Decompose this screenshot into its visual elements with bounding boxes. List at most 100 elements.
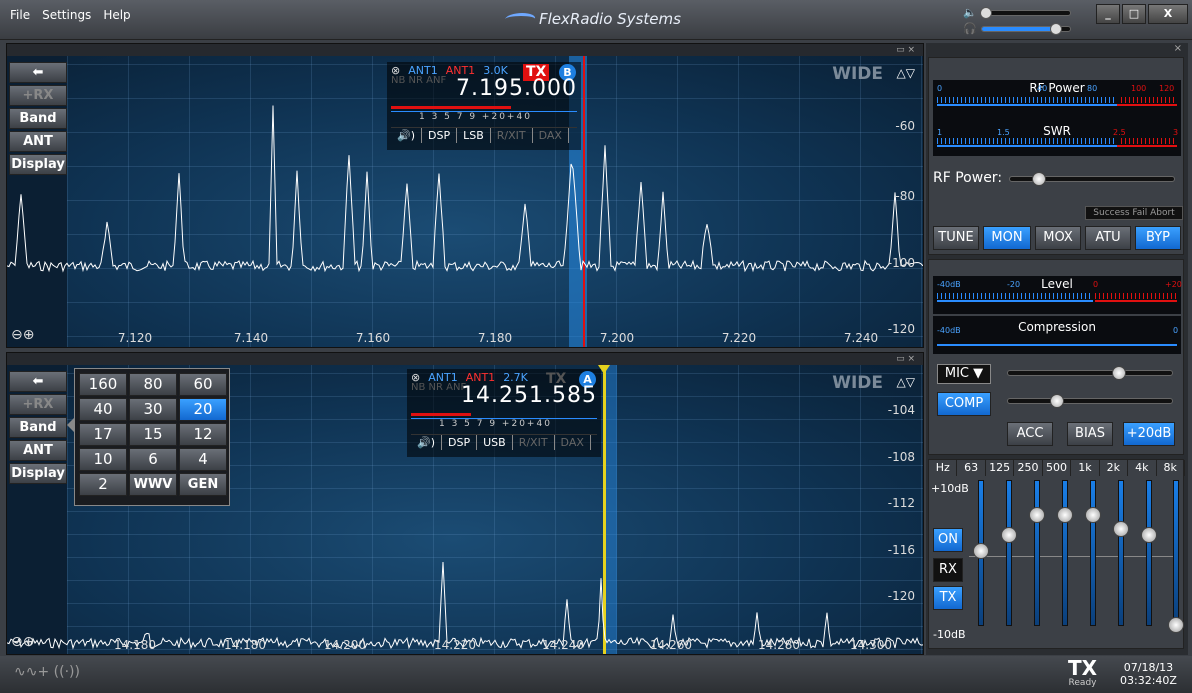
band-160[interactable]: 160 — [79, 373, 127, 396]
slider-knob[interactable] — [973, 543, 989, 559]
band-button[interactable]: Band — [9, 108, 67, 129]
eq-slider-8k[interactable] — [1168, 480, 1184, 633]
slider-knob[interactable] — [1168, 617, 1184, 633]
panadapter-top[interactable]: ▭ × ⬅ +RX Band ANT Display WIDE △▽ -60 -… — [6, 43, 924, 348]
rf-power-slider[interactable] — [1009, 172, 1175, 186]
band-30[interactable]: 30 — [129, 398, 177, 421]
band-20[interactable]: 20 — [179, 398, 227, 421]
menu-help[interactable]: Help — [103, 8, 130, 22]
atu-button[interactable]: ATU — [1085, 226, 1131, 250]
slider-knob[interactable] — [1029, 507, 1045, 523]
eq-tx-button[interactable]: TX — [933, 586, 963, 610]
dax-button[interactable]: DAX — [533, 128, 569, 143]
wide-label[interactable]: WIDE — [832, 373, 883, 393]
rxit-button[interactable]: R/XIT — [513, 435, 555, 450]
eq-slider-63[interactable] — [973, 480, 989, 626]
slider-knob[interactable] — [1112, 366, 1126, 380]
collapse-button[interactable]: ⬅ — [9, 62, 67, 83]
mon-button[interactable]: MON — [983, 226, 1031, 250]
bias-button[interactable]: BIAS — [1067, 422, 1113, 446]
comp-level-slider[interactable] — [1007, 394, 1173, 408]
swoosh-icon — [502, 13, 538, 25]
meter-num: 2.5 — [1113, 128, 1126, 137]
plus20db-button[interactable]: +20dB — [1123, 422, 1175, 446]
eq-top-label: +10dB — [931, 482, 969, 495]
step-arrows[interactable]: △▽ — [897, 375, 915, 389]
display-button[interactable]: Display — [9, 154, 67, 175]
band-2[interactable]: 2 — [79, 473, 127, 496]
band-60[interactable]: 60 — [179, 373, 227, 396]
display-button[interactable]: Display — [9, 463, 67, 484]
slider-knob[interactable] — [1049, 22, 1062, 35]
minimize-button[interactable]: _ — [1096, 4, 1120, 24]
audio-button[interactable]: 🔊) — [411, 435, 442, 450]
audio-button[interactable]: 🔊) — [391, 128, 422, 143]
master-volume-slider[interactable] — [979, 6, 1071, 19]
slider-knob[interactable] — [1032, 172, 1046, 186]
tune-button[interactable]: TUNE — [933, 226, 979, 250]
slice-frequency[interactable]: 7.195.000 — [456, 76, 577, 101]
dax-button[interactable]: DAX — [555, 435, 591, 450]
slider-knob[interactable] — [1141, 527, 1157, 543]
slice-flag-a[interactable]: ⊗ ANT1 ANT1 2.7K TX A NB NR ANF 14.251.5… — [407, 369, 601, 457]
ant-button[interactable]: ANT — [9, 131, 67, 152]
mode-button[interactable]: LSB — [457, 128, 491, 143]
band-6[interactable]: 6 — [129, 448, 177, 471]
dsp-button[interactable]: DSP — [442, 435, 478, 450]
slider-knob[interactable] — [1050, 394, 1064, 408]
band-10[interactable]: 10 — [79, 448, 127, 471]
mic-level-slider[interactable] — [1007, 366, 1173, 380]
slider-knob[interactable] — [1057, 507, 1073, 523]
comp-button[interactable]: COMP — [937, 392, 991, 416]
mode-button[interactable]: USB — [477, 435, 513, 450]
eq-slider-250[interactable] — [1029, 480, 1045, 626]
slider-knob[interactable] — [979, 6, 992, 19]
mic-select[interactable]: MIC ▼ — [937, 364, 991, 384]
freq-tick: 7.160 — [355, 331, 391, 345]
band-button[interactable]: Band — [9, 417, 67, 438]
slider-knob[interactable] — [1001, 527, 1017, 543]
collapse-button[interactable]: ⬅ — [9, 371, 67, 392]
eq-slider-2k[interactable] — [1113, 480, 1129, 626]
noise-flags: NB NR ANF — [411, 382, 467, 393]
eq-slider-500[interactable] — [1057, 480, 1073, 626]
slice-flag-b[interactable]: ⊗ ANT1 ANT1 3.0K TX B NB NR ANF 7.195.00… — [387, 62, 581, 150]
meter-num: 80 — [1087, 84, 1098, 93]
eq-on-button[interactable]: ON — [933, 528, 963, 552]
close-button[interactable]: X — [1148, 4, 1188, 24]
slider-knob[interactable] — [1113, 521, 1129, 537]
band-wwv[interactable]: WWV — [129, 473, 177, 496]
acc-button[interactable]: ACC — [1007, 422, 1053, 446]
mox-button[interactable]: MOX — [1035, 226, 1081, 250]
band-15[interactable]: 15 — [129, 423, 177, 446]
slider-knob[interactable] — [1085, 507, 1101, 523]
menu-file[interactable]: File — [10, 8, 30, 22]
zoom-controls[interactable]: ⊖⊕ — [11, 327, 34, 343]
headphone-volume[interactable]: 🎧 — [963, 22, 1071, 35]
band-80[interactable]: 80 — [129, 373, 177, 396]
step-arrows[interactable]: △▽ — [897, 66, 915, 80]
master-volume[interactable]: 🔈 — [963, 6, 1071, 19]
band-12[interactable]: 12 — [179, 423, 227, 446]
band-17[interactable]: 17 — [79, 423, 127, 446]
eq-slider-4k[interactable] — [1141, 480, 1157, 626]
add-rx-button[interactable]: +RX — [9, 394, 67, 415]
band-gen[interactable]: GEN — [179, 473, 227, 496]
ant-button[interactable]: ANT — [9, 440, 67, 461]
add-rx-button[interactable]: +RX — [9, 85, 67, 106]
panel-close-icon[interactable]: × — [1174, 43, 1182, 54]
eq-slider-1k[interactable] — [1085, 480, 1101, 626]
headphone-volume-slider[interactable] — [980, 22, 1071, 35]
band-4[interactable]: 4 — [179, 448, 227, 471]
zoom-controls[interactable]: ⊖⊕ — [11, 634, 34, 650]
maximize-button[interactable]: □ — [1122, 4, 1146, 24]
rxit-button[interactable]: R/XIT — [491, 128, 533, 143]
eq-slider-125[interactable] — [1001, 480, 1017, 626]
band-40[interactable]: 40 — [79, 398, 127, 421]
wide-label[interactable]: WIDE — [832, 64, 883, 84]
byp-button[interactable]: BYP — [1135, 226, 1181, 250]
slice-frequency[interactable]: 14.251.585 — [461, 383, 597, 408]
menu-settings[interactable]: Settings — [42, 8, 91, 22]
dsp-button[interactable]: DSP — [422, 128, 458, 143]
eq-rx-button[interactable]: RX — [933, 558, 963, 582]
